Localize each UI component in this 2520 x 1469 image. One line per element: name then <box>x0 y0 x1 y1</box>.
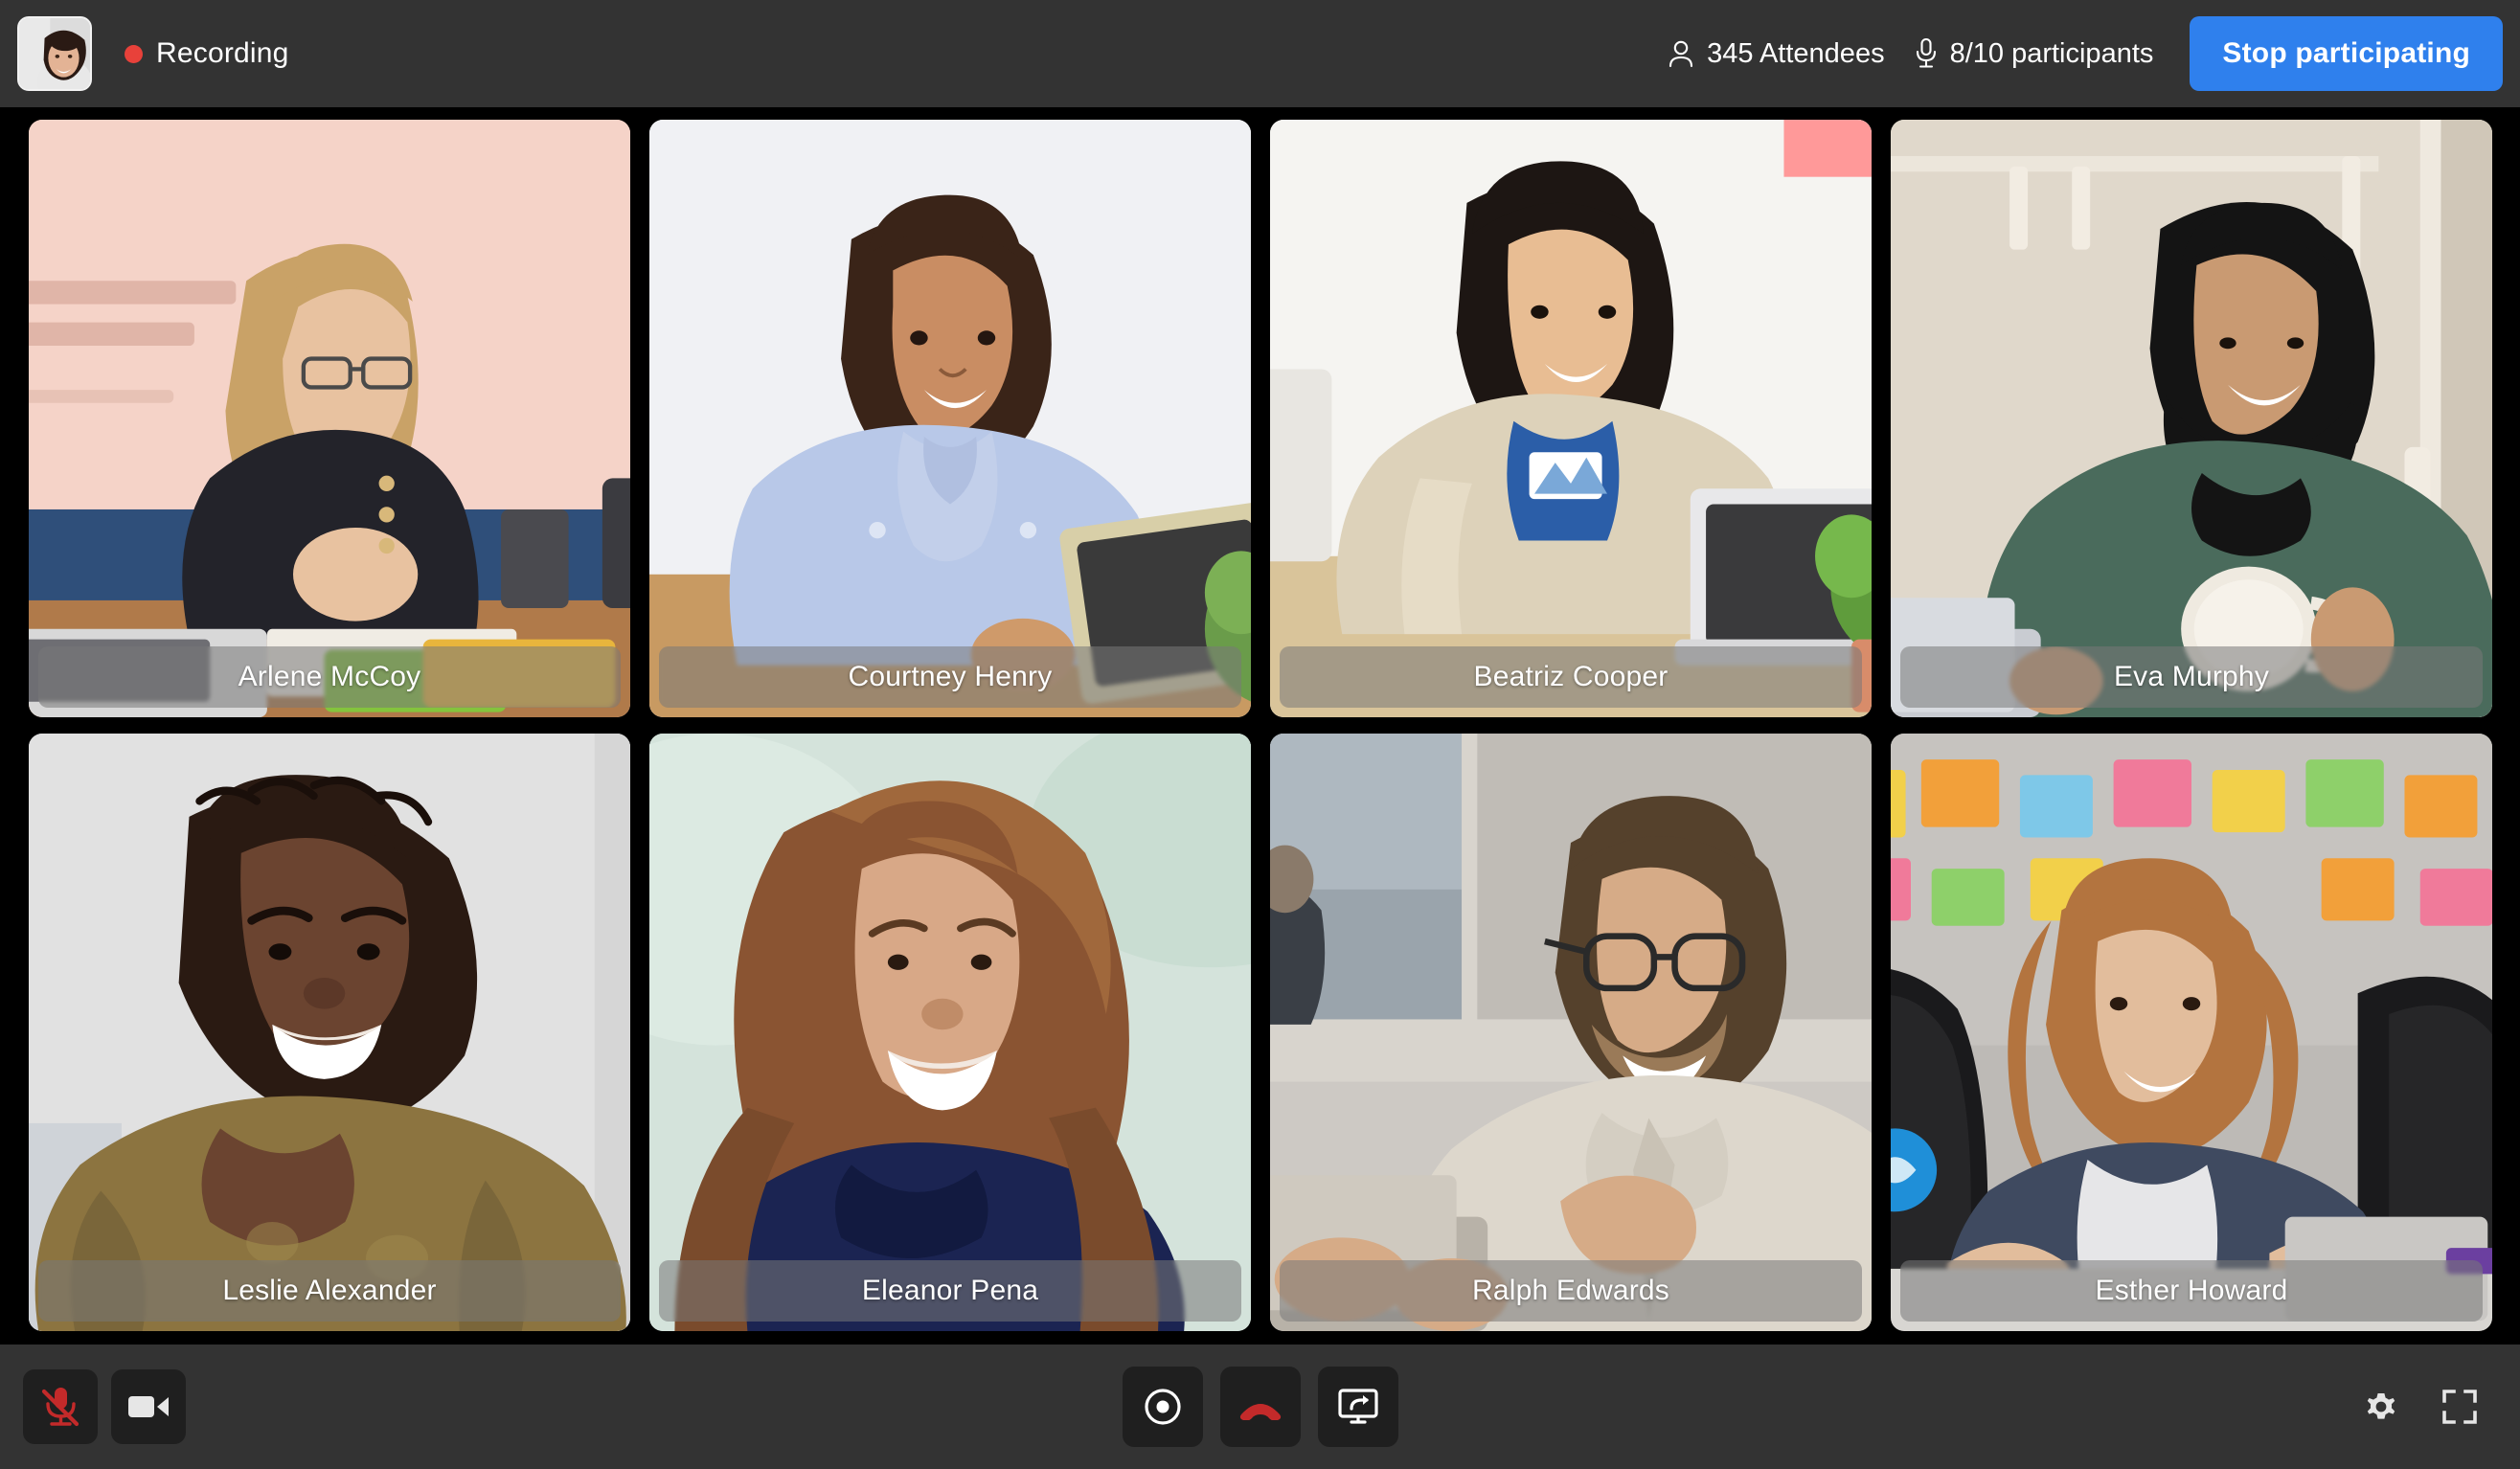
share-screen-button[interactable] <box>1317 1367 1398 1447</box>
fullscreen-button[interactable] <box>2422 1369 2497 1444</box>
header-right-group: 345 Attendees 8/10 participants Stop par… <box>1667 0 2503 107</box>
recording-label: Recording <box>156 37 289 69</box>
participant-name-chip: Courtney Henry <box>659 646 1241 708</box>
call-toolbar <box>0 1345 2520 1469</box>
attendees-stat: 345 Attendees <box>1667 37 1885 70</box>
phone-hangup-icon <box>1237 1393 1283 1420</box>
end-call-button[interactable] <box>1219 1367 1301 1447</box>
gear-icon <box>2362 1388 2400 1426</box>
participant-tile[interactable]: Courtney Henry <box>649 120 1251 717</box>
participant-name-chip: Leslie Alexander <box>38 1260 621 1322</box>
participant-video <box>649 120 1251 717</box>
stop-participating-button[interactable]: Stop participating <box>2190 16 2503 91</box>
recording-status: Recording <box>125 37 289 70</box>
participant-video <box>1270 120 1872 717</box>
participant-video <box>1891 734 2492 1331</box>
app-header: Recording 345 Attendees 8/10 participant… <box>0 0 2520 107</box>
participant-name: Ralph Edwards <box>1471 1275 1670 1306</box>
participant-name-chip: Esther Howard <box>1900 1260 2483 1322</box>
avatar[interactable] <box>17 16 92 91</box>
settings-button[interactable] <box>2344 1369 2418 1444</box>
participant-tile[interactable]: Ralph Edwards <box>1270 734 1872 1331</box>
toolbar-left-group <box>23 1369 186 1444</box>
video-camera-icon <box>126 1391 170 1422</box>
participant-video <box>1891 120 2492 717</box>
participant-tile[interactable]: Eva Murphy <box>1891 120 2492 717</box>
participants-count-label: 8/10 participants <box>1949 37 2154 69</box>
participant-video <box>1270 734 1872 1331</box>
participant-name-chip: Ralph Edwards <box>1280 1260 1862 1322</box>
microphone-muted-icon-button[interactable] <box>23 1369 98 1444</box>
fullscreen-icon <box>2441 1388 2479 1426</box>
participant-tile[interactable]: Beatriz Cooper <box>1270 120 1872 717</box>
participant-name-chip: Eva Murphy <box>1900 646 2483 708</box>
participant-name: Beatriz Cooper <box>1473 661 1669 692</box>
video-stage: Arlene McCoy Courtney Henry Beatriz Coop… <box>0 107 2520 1345</box>
record-circle-icon <box>1143 1387 1183 1427</box>
participant-name-chip: Arlene McCoy <box>38 646 621 708</box>
participant-name: Eleanor Pena <box>861 1275 1039 1306</box>
participant-name-chip: Beatriz Cooper <box>1280 646 1862 708</box>
participant-name-chip: Eleanor Pena <box>659 1260 1241 1322</box>
screen-share-icon <box>1337 1388 1379 1426</box>
record-button[interactable] <box>1122 1367 1203 1447</box>
participant-name: Courtney Henry <box>848 661 1053 692</box>
participant-name: Esther Howard <box>2095 1275 2288 1306</box>
participant-grid: Arlene McCoy Courtney Henry Beatriz Coop… <box>29 120 2492 1331</box>
attendees-count-label: 345 Attendees <box>1707 37 1885 69</box>
participant-tile[interactable]: Eleanor Pena <box>649 734 1251 1331</box>
toolbar-center-group <box>1122 1367 1398 1447</box>
participant-video <box>649 734 1251 1331</box>
microphone-icon <box>1914 37 1939 70</box>
person-icon <box>1667 38 1695 69</box>
participants-stat: 8/10 participants <box>1914 37 2154 70</box>
microphone-muted-icon <box>40 1385 80 1429</box>
participant-tile[interactable]: Leslie Alexander <box>29 734 630 1331</box>
participant-tile[interactable]: Esther Howard <box>1891 734 2492 1331</box>
participant-video <box>29 734 630 1331</box>
participant-tile[interactable]: Arlene McCoy <box>29 120 630 717</box>
participant-name: Arlene McCoy <box>238 661 421 692</box>
video-camera-icon-button[interactable] <box>111 1369 186 1444</box>
toolbar-right-group <box>2344 1369 2497 1444</box>
video-call-app: Recording 345 Attendees 8/10 participant… <box>0 0 2520 1469</box>
participant-name: Eva Murphy <box>2113 661 2270 692</box>
participant-video <box>29 120 630 717</box>
participant-name: Leslie Alexander <box>222 1275 437 1306</box>
recording-dot-icon <box>125 44 143 63</box>
